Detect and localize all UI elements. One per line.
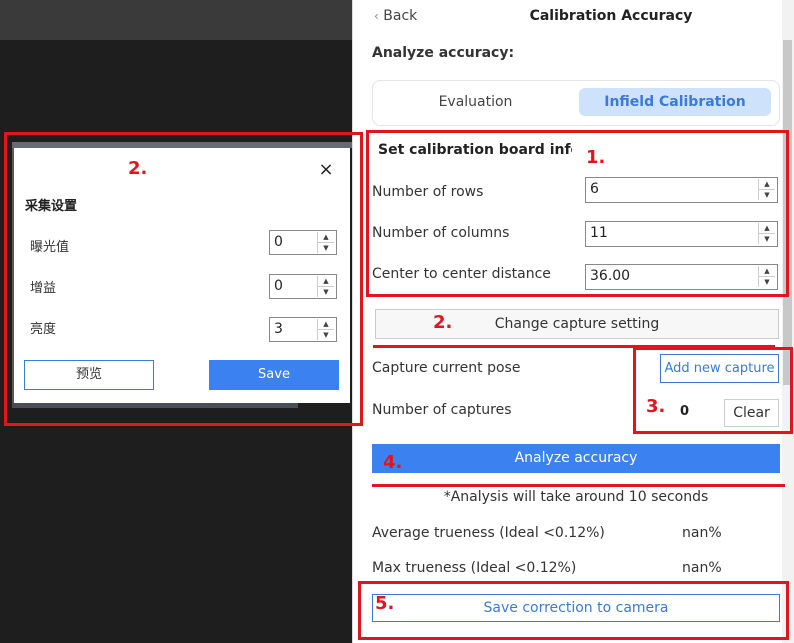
analyze-accuracy-heading: Analyze accuracy: bbox=[372, 45, 515, 61]
back-label: Back bbox=[383, 8, 418, 24]
max-trueness-value: nan% bbox=[682, 560, 722, 576]
annotation-label-5: 5. bbox=[375, 593, 395, 614]
capture-pose-label: Capture current pose bbox=[372, 360, 521, 376]
average-trueness-value: nan% bbox=[682, 525, 722, 541]
number-of-captures-label: Number of captures bbox=[372, 402, 512, 418]
average-trueness-label: Average trueness (Ideal <0.12%) bbox=[372, 525, 605, 541]
annotation-box-5 bbox=[358, 581, 789, 640]
analyze-accuracy-button[interactable]: Analyze accuracy bbox=[372, 444, 780, 473]
annotation-underline-4 bbox=[372, 484, 785, 487]
tab-evaluation[interactable]: Evaluation bbox=[373, 88, 578, 116]
annotation-label-3: 3. bbox=[646, 396, 666, 417]
annotation-label-4: 4. bbox=[383, 452, 403, 473]
annotation-box-2-dialog bbox=[4, 132, 363, 426]
annotation-label-2-dialog: 2. bbox=[128, 158, 148, 179]
tab-infield-calibration[interactable]: Infield Calibration bbox=[579, 88, 771, 116]
chevron-left-icon: ‹ bbox=[374, 9, 379, 23]
left-toolbar bbox=[0, 0, 352, 40]
page-title: Calibration Accuracy bbox=[529, 8, 693, 24]
annotation-label-2-panel: 2. bbox=[433, 312, 453, 333]
annotation-box-1 bbox=[366, 130, 789, 297]
max-trueness-label: Max trueness (Ideal <0.12%) bbox=[372, 560, 577, 576]
analysis-note: *Analysis will take around 10 seconds bbox=[443, 489, 709, 505]
annotation-box-3 bbox=[633, 347, 793, 434]
back-button[interactable]: ‹ Back bbox=[374, 8, 417, 24]
annotation-label-1: 1. bbox=[586, 147, 606, 168]
